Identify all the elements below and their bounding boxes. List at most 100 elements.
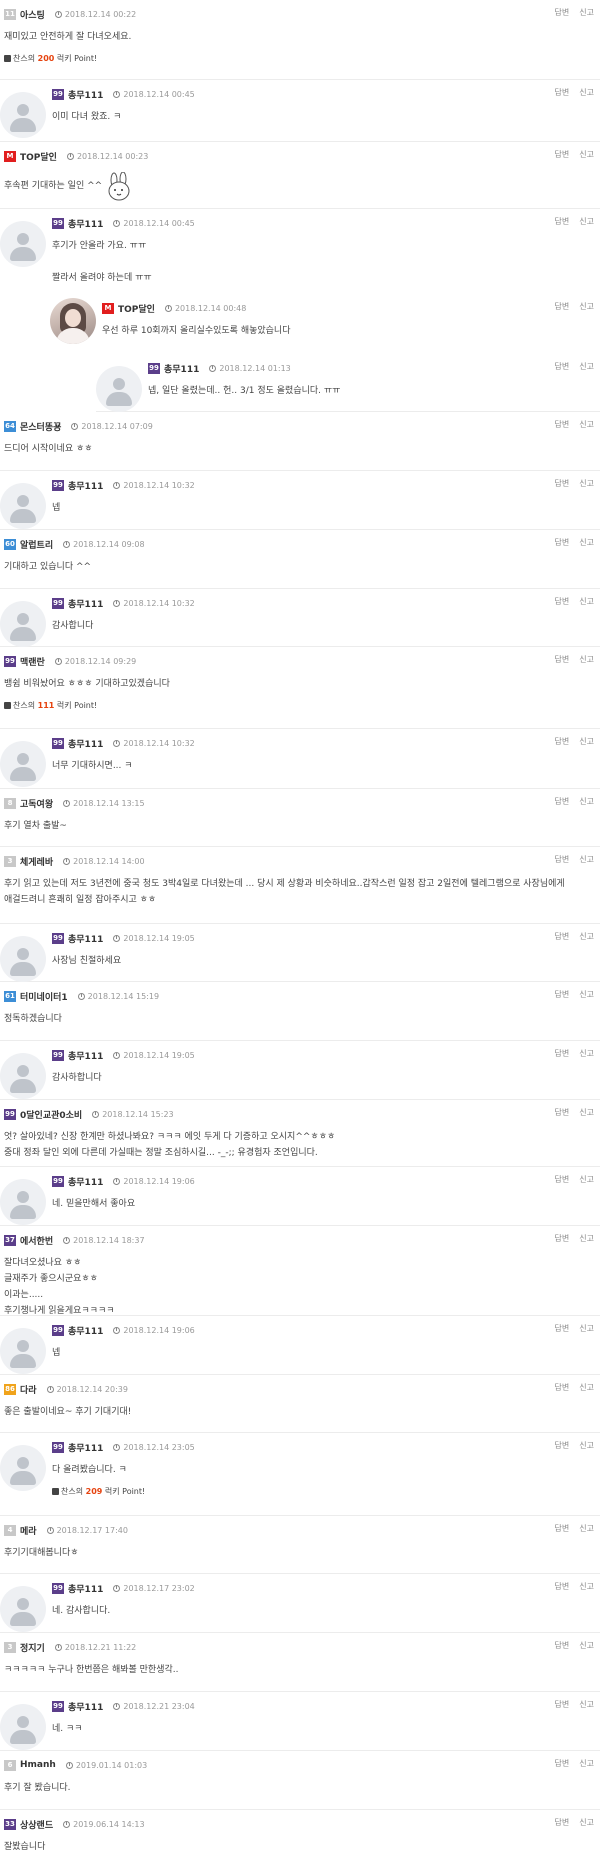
reply-button[interactable]: 답변: [555, 420, 570, 429]
reply-button[interactable]: 답변: [555, 150, 570, 159]
comment-actions: 답변 신고: [545, 1440, 594, 1451]
comment-date-text: 2019.01.14 01:03: [75, 1760, 148, 1770]
author-nickname[interactable]: 총무111: [68, 1175, 103, 1188]
author-nickname[interactable]: 몬스터똥꾱: [20, 420, 61, 433]
reply-button[interactable]: 답변: [555, 1582, 570, 1591]
reply-button[interactable]: 답변: [555, 302, 570, 311]
report-button[interactable]: 신고: [579, 1049, 594, 1058]
report-button[interactable]: 신고: [579, 597, 594, 606]
comment-content: 99 총무111 2018.12.14 10:32 넵: [52, 478, 600, 516]
author-nickname[interactable]: 체게레바: [20, 855, 53, 868]
report-button[interactable]: 신고: [579, 1759, 594, 1768]
reply-button[interactable]: 답변: [555, 217, 570, 226]
report-button[interactable]: 신고: [579, 362, 594, 371]
report-button[interactable]: 신고: [579, 1324, 594, 1333]
author-nickname[interactable]: Hmanh: [20, 1760, 56, 1770]
reply-button[interactable]: 답변: [555, 1175, 570, 1184]
reply-button[interactable]: 답변: [555, 88, 570, 97]
report-button[interactable]: 신고: [579, 1441, 594, 1450]
reply-button[interactable]: 답변: [555, 1524, 570, 1533]
comment-content: 99 총무111 2018.12.14 01:13 넵, 일단 올렸는데.. 헌.. …: [148, 361, 600, 399]
reply-button[interactable]: 답변: [555, 8, 570, 17]
lucky-point-value: 200: [37, 54, 55, 63]
reply-button[interactable]: 답변: [555, 362, 570, 371]
reply-button[interactable]: 답변: [555, 479, 570, 488]
comment-item: 99 총무111 2018.12.14 10:32 너무 기대하시면... ㅋ 답변 신고: [0, 729, 600, 789]
report-button[interactable]: 신고: [579, 932, 594, 941]
report-button[interactable]: 신고: [579, 797, 594, 806]
author-nickname[interactable]: 총무111: [68, 597, 103, 610]
reply-button[interactable]: 답변: [555, 1234, 570, 1243]
comment-body: 재미있고 안전하게 잘 다녀오세요.: [4, 29, 600, 45]
author-nickname[interactable]: 총무111: [68, 932, 103, 945]
report-button[interactable]: 신고: [579, 217, 594, 226]
report-button[interactable]: 신고: [579, 1524, 594, 1533]
comment-header: 37 에서한번 2018.12.14 18:37: [4, 1233, 600, 1247]
author-nickname[interactable]: 총무111: [68, 217, 103, 230]
report-button[interactable]: 신고: [579, 737, 594, 746]
author-nickname[interactable]: 알럽트리: [20, 538, 53, 551]
report-button[interactable]: 신고: [579, 8, 594, 17]
reply-button[interactable]: 답변: [555, 797, 570, 806]
reply-button[interactable]: 답변: [555, 990, 570, 999]
report-button[interactable]: 신고: [579, 1175, 594, 1184]
report-button[interactable]: 신고: [579, 1818, 594, 1827]
author-nickname[interactable]: 총무111: [164, 362, 199, 375]
author-nickname[interactable]: 고독여왕: [20, 797, 53, 810]
reply-button[interactable]: 답변: [555, 932, 570, 941]
report-button[interactable]: 신고: [579, 302, 594, 311]
report-button[interactable]: 신고: [579, 1700, 594, 1709]
comment-body: 후기기대해봅니다ㅎ: [4, 1545, 600, 1561]
report-button[interactable]: 신고: [579, 479, 594, 488]
reply-button[interactable]: 답변: [555, 1759, 570, 1768]
reply-button[interactable]: 답변: [555, 855, 570, 864]
author-nickname[interactable]: 총무111: [68, 1441, 103, 1454]
report-button[interactable]: 신고: [579, 855, 594, 864]
gift-icon: [4, 702, 11, 709]
author-nickname[interactable]: 0달인교관0소비: [20, 1108, 82, 1121]
reply-button[interactable]: 답변: [555, 1441, 570, 1450]
reply-button[interactable]: 답변: [555, 1641, 570, 1650]
reply-button[interactable]: 답변: [555, 1818, 570, 1827]
report-button[interactable]: 신고: [579, 990, 594, 999]
author-nickname[interactable]: 총무111: [68, 1700, 103, 1713]
author-nickname[interactable]: 아스팅: [20, 8, 45, 21]
reply-button[interactable]: 답변: [555, 1383, 570, 1392]
author-nickname[interactable]: TOP달인: [20, 150, 57, 163]
report-button[interactable]: 신고: [579, 1641, 594, 1650]
report-button[interactable]: 신고: [579, 150, 594, 159]
report-button[interactable]: 신고: [579, 1108, 594, 1117]
report-button[interactable]: 신고: [579, 1582, 594, 1591]
report-button[interactable]: 신고: [579, 538, 594, 547]
report-button[interactable]: 신고: [579, 420, 594, 429]
author-nickname[interactable]: 총무111: [68, 1049, 103, 1062]
author-nickname[interactable]: 메라: [20, 1524, 37, 1537]
author-nickname[interactable]: 에서한번: [20, 1234, 53, 1247]
report-button[interactable]: 신고: [579, 1234, 594, 1243]
author-nickname[interactable]: 총무111: [68, 1324, 103, 1337]
reply-button[interactable]: 답변: [555, 597, 570, 606]
reply-button[interactable]: 답변: [555, 1700, 570, 1709]
author-nickname[interactable]: TOP달인: [118, 302, 155, 315]
report-button[interactable]: 신고: [579, 1383, 594, 1392]
reply-button[interactable]: 답변: [555, 737, 570, 746]
author-nickname[interactable]: 터미네이터1: [20, 990, 68, 1003]
reply-button[interactable]: 답변: [555, 538, 570, 547]
comment-content: 99 총무111 2018.12.14 23:05 다 올려봤습니다. ㅋ 찬스의 20…: [52, 1440, 600, 1497]
reply-button[interactable]: 답변: [555, 1108, 570, 1117]
author-nickname[interactable]: 총무111: [68, 479, 103, 492]
reply-button[interactable]: 답변: [555, 1324, 570, 1333]
reply-button[interactable]: 답변: [555, 655, 570, 664]
author-nickname[interactable]: 정지기: [20, 1641, 45, 1654]
author-nickname[interactable]: 총무111: [68, 88, 103, 101]
comment-body: 후기 읽고 있는데 저도 3년전에 중국 청도 3박4일로 다녀왔는데 ... …: [4, 876, 600, 908]
author-nickname[interactable]: 다라: [20, 1383, 37, 1396]
author-nickname[interactable]: 총무111: [68, 737, 103, 750]
author-nickname[interactable]: 맥랜란: [20, 655, 45, 668]
report-button[interactable]: 신고: [579, 88, 594, 97]
author-nickname[interactable]: 상상랜드: [20, 1818, 53, 1831]
reply-button[interactable]: 답변: [555, 1049, 570, 1058]
author-nickname[interactable]: 총무111: [68, 1582, 103, 1595]
comment-actions: 답변 신고: [545, 1107, 594, 1118]
report-button[interactable]: 신고: [579, 655, 594, 664]
